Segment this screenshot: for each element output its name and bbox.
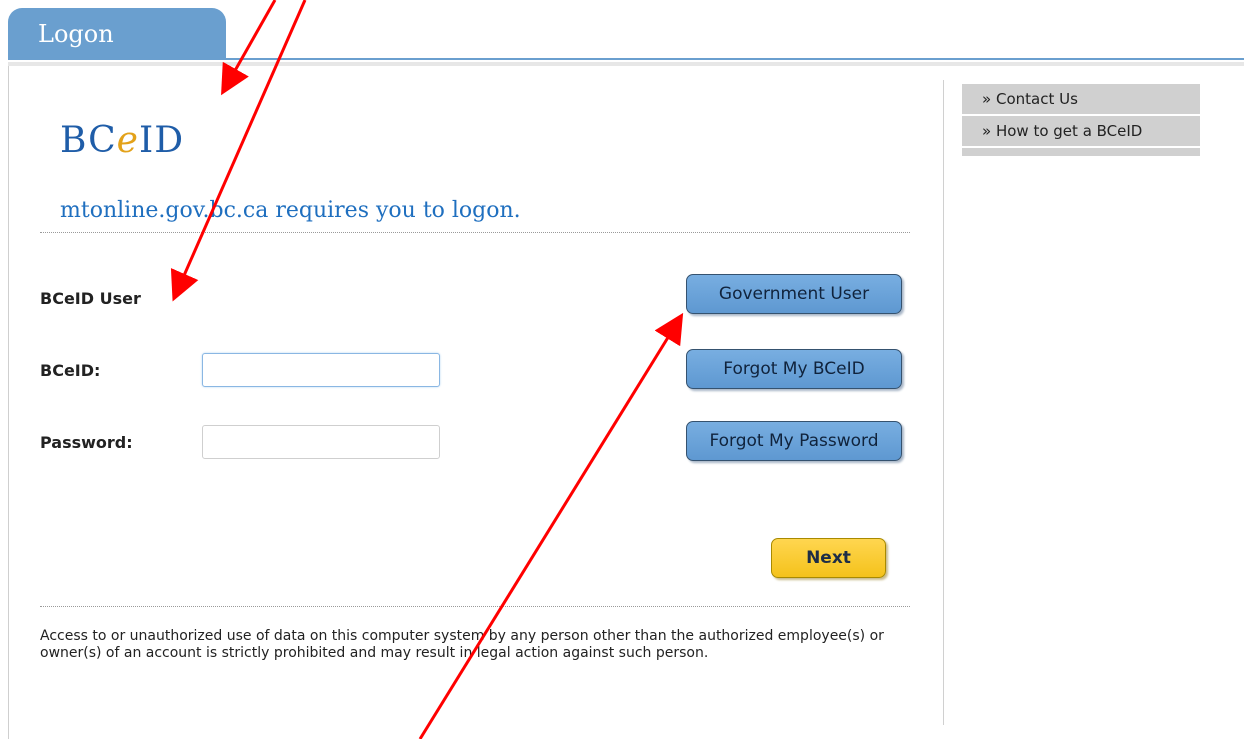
annotation-arrow-government-user — [418, 312, 684, 739]
annotation-arrow-logo — [221, 0, 277, 96]
annotation-overlay — [170, 0, 684, 739]
annotation-arrow-bceid-user — [170, 0, 307, 302]
